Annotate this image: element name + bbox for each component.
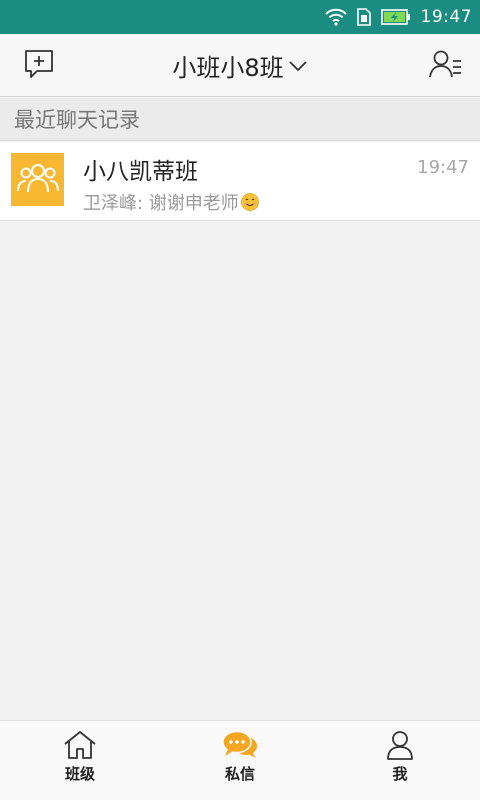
chat-time: 19:47 [417, 157, 469, 178]
nav-label-class: 班级 [64, 765, 95, 783]
chevron-down-icon [288, 59, 308, 73]
home-icon [62, 729, 98, 761]
bottom-nav: 班级 私信 我 [0, 720, 480, 800]
nav-label-messages: 私信 [224, 765, 255, 783]
page-title: 小班小8班 [172, 54, 284, 82]
chat-preview-text: 卫泽峰: 谢谢申老师 [83, 193, 239, 214]
new-chat-icon [24, 48, 56, 84]
smile-emoji-icon [240, 193, 259, 211]
contacts-button[interactable] [428, 48, 464, 84]
nav-item-class[interactable]: 班级 [0, 721, 160, 800]
status-time: 19:47 [420, 7, 472, 27]
chat-preview: 卫泽峰: 谢谢申老师 [83, 189, 259, 215]
nav-item-messages[interactable]: 私信 [160, 721, 320, 800]
nav-label-me: 我 [392, 765, 408, 783]
group-avatar [11, 153, 64, 206]
class-selector[interactable]: 小班小8班 [172, 48, 307, 83]
section-header: 最近聊天记录 [0, 98, 480, 141]
chat-name: 小八凯蒂班 [83, 159, 198, 185]
chat-list-item[interactable]: 小八凯蒂班 19:47 卫泽峰: 谢谢申老师 [0, 142, 480, 221]
contacts-list-icon [429, 48, 463, 84]
battery-charging-icon [380, 9, 411, 25]
sim-card-icon [356, 8, 371, 26]
wifi-icon [324, 8, 347, 26]
app-bar: 小班小8班 [0, 34, 480, 97]
group-icon [16, 161, 59, 199]
nav-item-me[interactable]: 我 [320, 721, 480, 800]
chat-bubbles-icon [222, 729, 258, 761]
person-icon [382, 729, 418, 761]
new-chat-button[interactable] [22, 48, 58, 84]
status-bar: 19:47 [0, 0, 480, 34]
